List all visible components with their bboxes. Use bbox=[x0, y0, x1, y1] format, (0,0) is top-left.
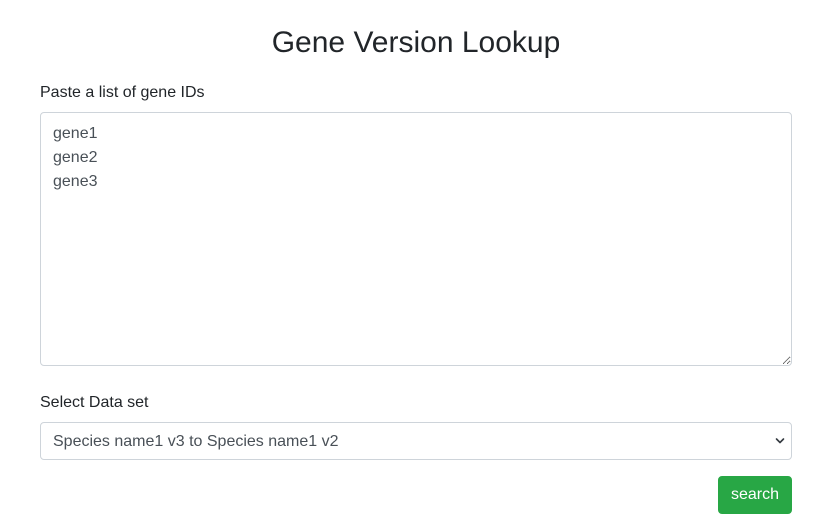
chevron-down-icon bbox=[775, 438, 785, 444]
dataset-select[interactable]: Species name1 v3 to Species name1 v2 bbox=[40, 422, 792, 460]
page-container: Gene Version Lookup Paste a list of gene… bbox=[0, 0, 832, 528]
dataset-label: Select Data set bbox=[40, 394, 149, 411]
gene-ids-label: Paste a list of gene IDs bbox=[40, 84, 205, 101]
gene-ids-textarea[interactable] bbox=[40, 112, 792, 366]
page-title: Gene Version Lookup bbox=[271, 26, 561, 59]
dataset-selected-value: Species name1 v3 to Species name1 v2 bbox=[53, 433, 339, 450]
search-button[interactable]: search bbox=[718, 476, 792, 514]
